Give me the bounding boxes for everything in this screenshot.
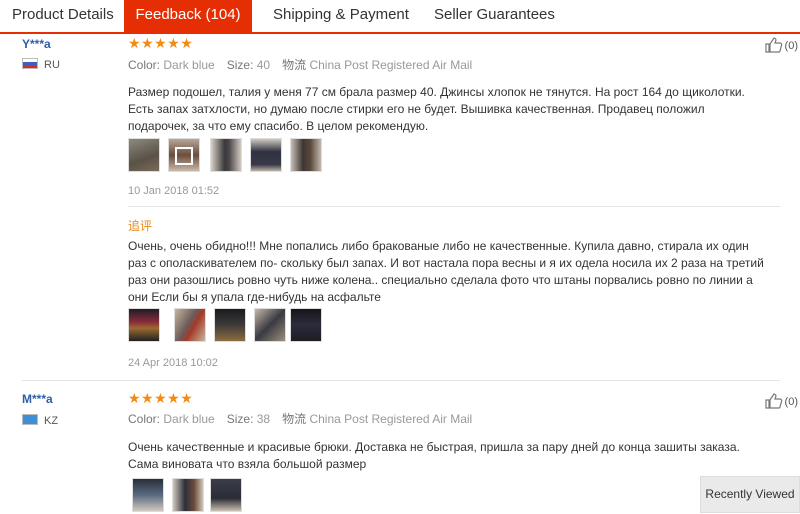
recently-viewed-button[interactable]: Recently Viewed (700, 476, 800, 513)
helpful-button[interactable]: (0) (764, 393, 798, 409)
review-photo[interactable] (254, 308, 286, 342)
review-photo[interactable] (290, 308, 322, 342)
review-photo[interactable] (132, 478, 164, 512)
order-info: Color: Dark blue Size: 38 物流 China Post Re… (128, 410, 472, 427)
color-value: Dark blue (163, 412, 215, 426)
tab-seller-guarantees[interactable]: Seller Guarantees (424, 0, 565, 32)
review-photo[interactable] (128, 138, 160, 172)
shipping-label: 物流 (282, 412, 307, 426)
reviewer-country: RU (22, 58, 60, 71)
review-photo[interactable] (174, 308, 206, 342)
helpful-count: (0) (784, 396, 798, 408)
helpful-count: (0) (784, 40, 798, 52)
country-code: RU (44, 59, 60, 71)
review-photo[interactable] (290, 138, 322, 172)
color-label: Color: (128, 412, 161, 426)
review-photo[interactable] (210, 138, 242, 172)
additional-review-text: Очень, очень обидно!!! Мне попались либо… (128, 239, 764, 304)
star-rating: ★★★★★ (128, 390, 194, 406)
additional-review-label: 追评 (128, 219, 153, 233)
country-code: KZ (44, 415, 59, 427)
helpful-button[interactable]: (0) (764, 37, 798, 53)
flag-ru-icon (22, 58, 38, 69)
thumbs-up-icon (764, 37, 782, 53)
reviewer-country: KZ (22, 414, 58, 427)
size-label: Size: (226, 58, 254, 72)
shipping-value: China Post Registered Air Mail (309, 58, 473, 72)
tab-feedback[interactable]: Feedback (104) (124, 0, 252, 32)
divider (128, 206, 780, 207)
flag-kz-icon (22, 414, 38, 425)
review-text: Очень качественные и красивые брюки. Дос… (128, 440, 740, 471)
additional-review-date: 24 Apr 2018 10:02 (128, 357, 218, 369)
review-photo[interactable] (210, 478, 242, 512)
review-photo[interactable] (172, 478, 204, 512)
review-photo[interactable] (168, 138, 200, 172)
size-label: Size: (226, 412, 254, 426)
review-photo[interactable] (128, 308, 160, 342)
thumbs-up-icon (764, 393, 782, 409)
tab-product-details[interactable]: Product Details (2, 0, 124, 32)
size-value: 38 (256, 412, 271, 426)
tab-bar: Product Details Feedback (104) Shipping … (0, 0, 800, 34)
review-photo[interactable] (214, 308, 246, 342)
order-info: Color: Dark blue Size: 40 物流 China Post Re… (128, 56, 472, 73)
reviewer-name[interactable]: Y***a (22, 37, 51, 51)
color-label: Color: (128, 58, 161, 72)
review-date: 10 Jan 2018 01:52 (128, 185, 220, 197)
shipping-label: 物流 (282, 58, 307, 72)
color-value: Dark blue (163, 58, 215, 72)
reviewer-name[interactable]: M***a (22, 392, 53, 406)
tab-shipping-payment[interactable]: Shipping & Payment (263, 0, 419, 32)
shipping-value: China Post Registered Air Mail (309, 412, 473, 426)
review-divider (22, 380, 780, 381)
size-value: 40 (256, 58, 271, 72)
review-text: Размер подошел, талия у меня 77 см брала… (128, 85, 745, 133)
review-photo[interactable] (250, 138, 282, 172)
star-rating: ★★★★★ (128, 35, 194, 51)
